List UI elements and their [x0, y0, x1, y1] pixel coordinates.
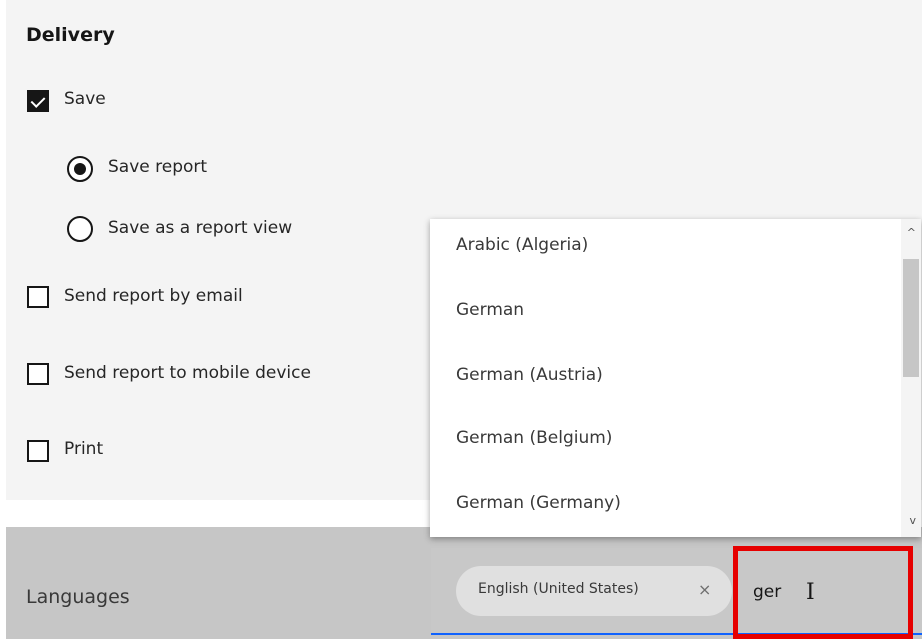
languages-dropdown[interactable]: Arabic (Algeria) German German (Austria)…	[430, 219, 921, 537]
languages-label: Languages	[26, 586, 130, 608]
save-as-report-view-radio[interactable]	[67, 216, 93, 242]
highlight-box	[733, 546, 913, 639]
save-report-label[interactable]: Save report	[108, 157, 207, 177]
dropdown-option[interactable]: German (Germany)	[456, 493, 621, 513]
dropdown-scrollbar-thumb[interactable]	[903, 259, 919, 377]
save-report-radio[interactable]	[67, 156, 93, 182]
save-label[interactable]: Save	[64, 89, 106, 109]
close-icon[interactable]: ×	[698, 580, 711, 599]
print-label[interactable]: Print	[64, 439, 103, 459]
dropdown-option[interactable]: Arabic (Algeria)	[456, 235, 588, 255]
scroll-up-icon[interactable]: ^	[907, 227, 916, 238]
print-checkbox[interactable]	[27, 440, 49, 462]
scroll-down-icon[interactable]: v	[909, 515, 916, 526]
radio-selected-dot	[74, 163, 86, 175]
selected-language-tag: English (United States) ×	[456, 566, 732, 616]
checkmark-icon	[30, 93, 46, 108]
send-mobile-checkbox[interactable]	[27, 363, 49, 385]
dropdown-option[interactable]: German	[456, 300, 524, 320]
selected-language-tag-label: English (United States)	[478, 581, 639, 597]
save-as-report-view-label[interactable]: Save as a report view	[108, 218, 292, 238]
save-checkbox[interactable]	[27, 90, 49, 112]
dropdown-option[interactable]: German (Belgium)	[456, 428, 612, 448]
dropdown-option[interactable]: German (Austria)	[456, 365, 603, 385]
delivery-title: Delivery	[26, 24, 115, 46]
send-mobile-label[interactable]: Send report to mobile device	[64, 363, 311, 383]
send-email-checkbox[interactable]	[27, 286, 49, 308]
send-email-label[interactable]: Send report by email	[64, 286, 243, 306]
